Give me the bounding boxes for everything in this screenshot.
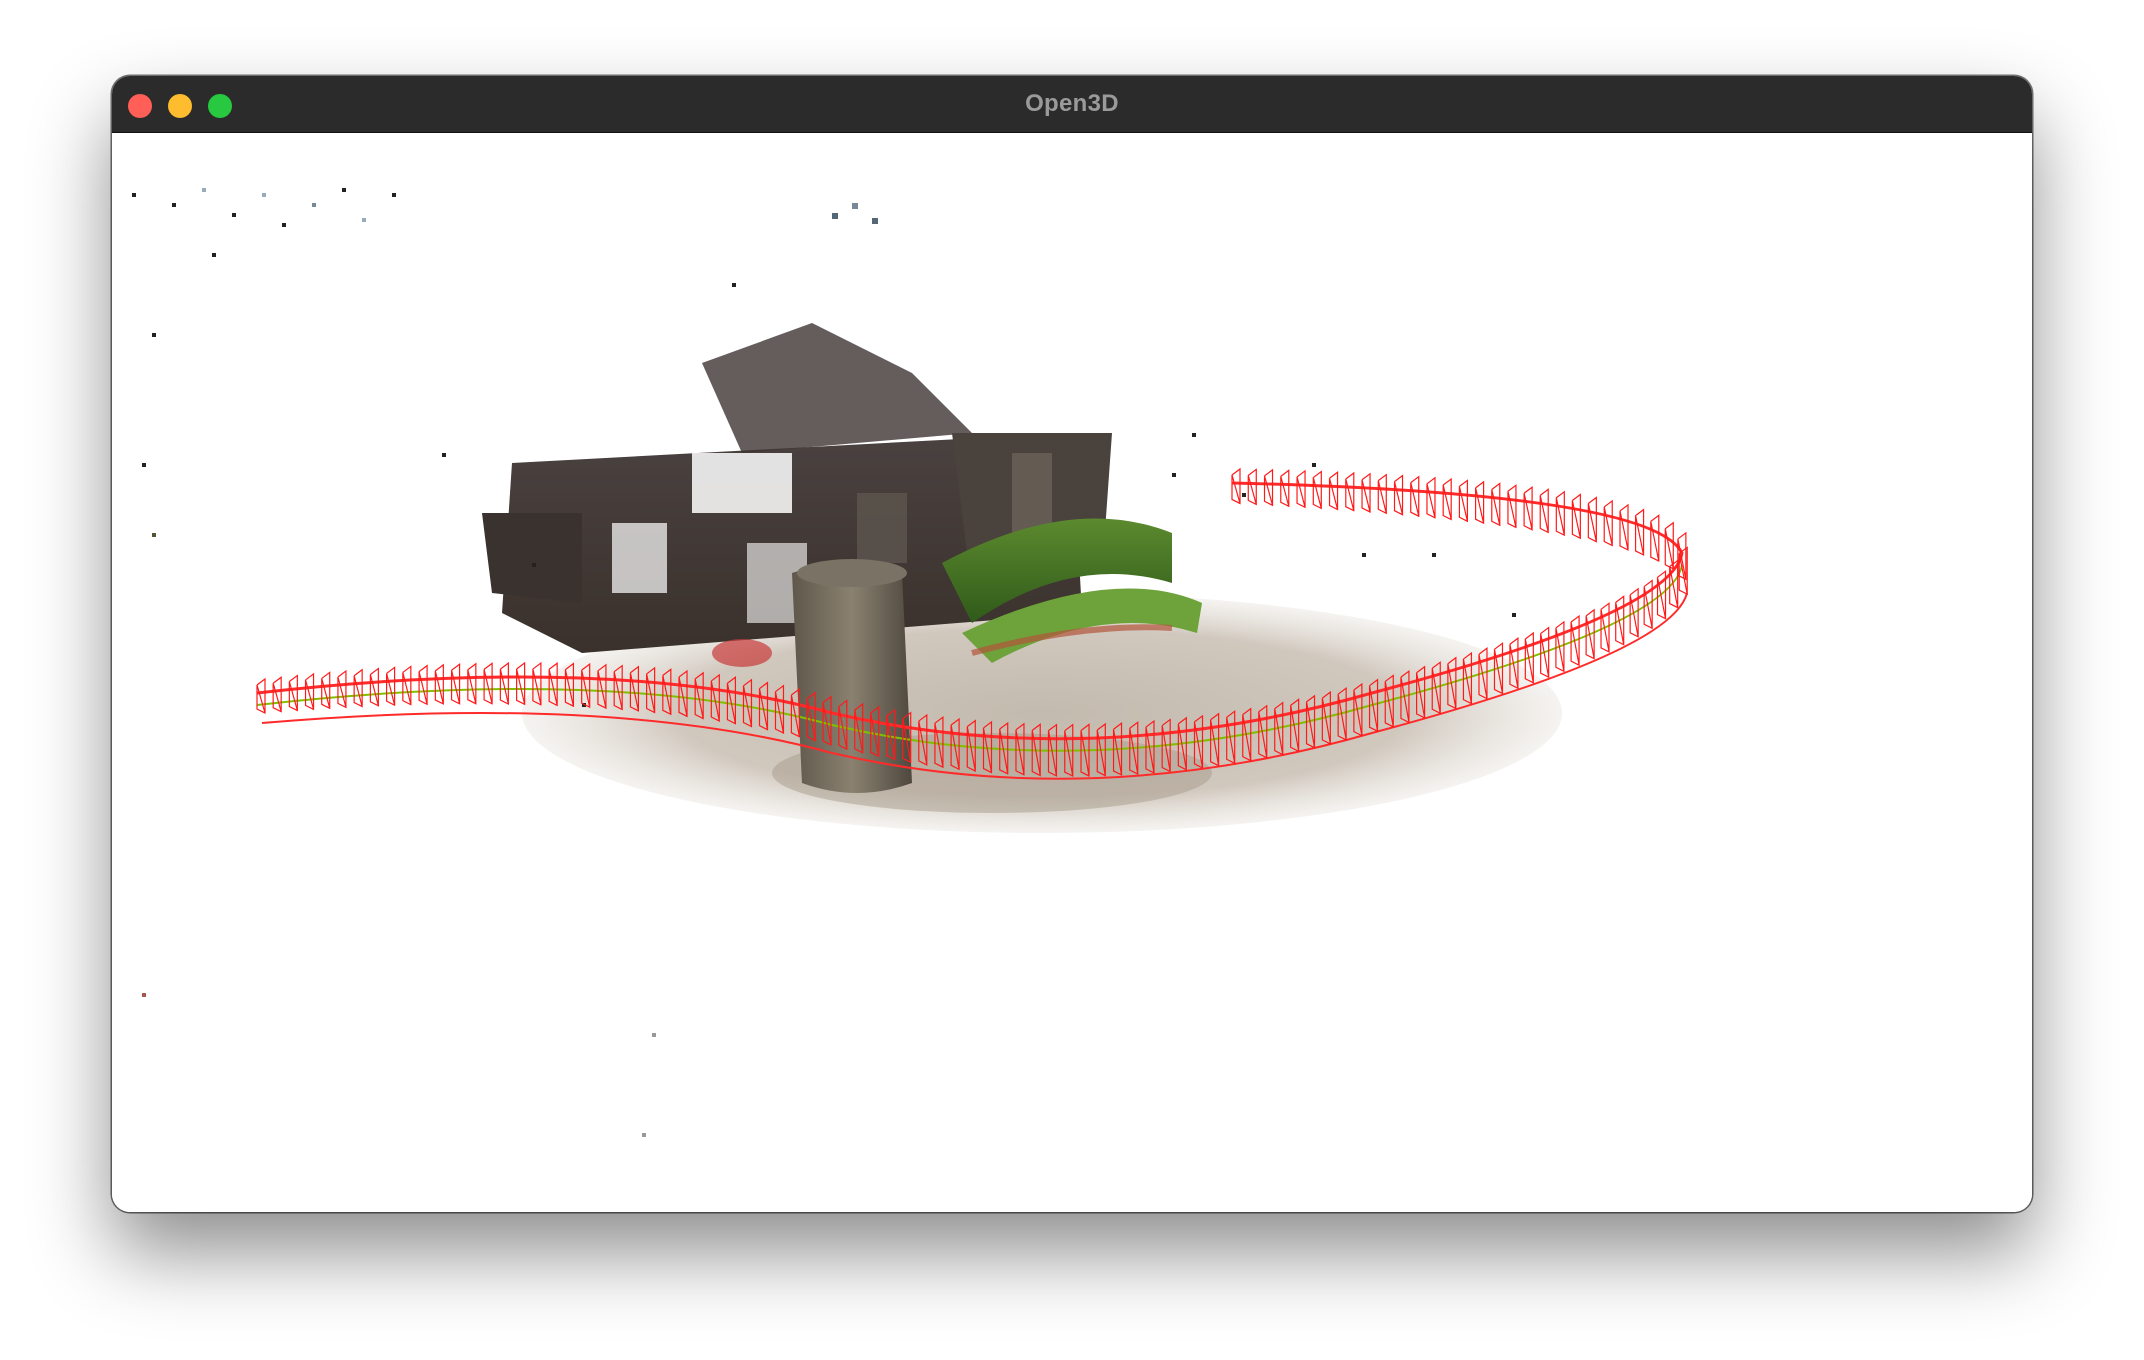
camera-frustum <box>1296 469 1306 509</box>
camera-frustum <box>1587 496 1597 543</box>
scene-canvas[interactable] <box>112 133 2032 1212</box>
camera-frustum <box>1650 514 1660 563</box>
camera-frustum <box>467 662 477 705</box>
camera-frustum <box>1312 470 1322 510</box>
camera-frustum <box>1361 472 1371 513</box>
camera-frustum <box>1643 579 1653 630</box>
camera-frustum <box>1600 602 1610 653</box>
camera-frustum <box>337 669 347 709</box>
camera-frustum <box>1231 467 1241 505</box>
camera-frustum <box>1629 587 1639 638</box>
flowers-point-cloud <box>712 639 772 667</box>
camera-frustum <box>353 668 363 708</box>
camera-frustum <box>272 676 282 713</box>
camera-frustum <box>1377 473 1387 515</box>
camera-frustum <box>321 671 331 710</box>
camera-frustum <box>499 661 509 705</box>
camera-frustum <box>450 663 461 705</box>
camera-frustum <box>418 664 428 706</box>
window-title: Open3D <box>1025 90 1119 117</box>
camera-frustum <box>483 662 493 705</box>
camera-frustum <box>256 677 266 714</box>
camera-frustum <box>1523 486 1533 531</box>
camera-frustum <box>1458 479 1469 523</box>
camera-frustum <box>402 665 412 706</box>
camera-frustum <box>434 663 444 705</box>
camera-frustum <box>1539 488 1549 534</box>
camera-frustum <box>1555 490 1565 537</box>
camera-frustum <box>1507 484 1517 529</box>
camera-frustum <box>1263 468 1274 507</box>
camera-frustum <box>1426 476 1436 519</box>
camera-frustum <box>1634 508 1645 556</box>
camera-frustum <box>1393 474 1404 516</box>
camera-frustum <box>386 666 396 707</box>
camera-frustum <box>1345 471 1355 512</box>
camera-frustum <box>1328 471 1339 511</box>
camera-frustum <box>1491 482 1501 527</box>
camera-frustum <box>1571 493 1581 540</box>
camera-frustum <box>1247 468 1257 506</box>
camera-frustum <box>1585 608 1595 660</box>
camera-frustum <box>1280 469 1290 508</box>
camera-frustum <box>288 674 298 712</box>
3d-viewport[interactable] <box>112 133 2032 1212</box>
camera-frustum <box>1442 477 1452 521</box>
camera-frustum <box>1664 521 1674 570</box>
camera-frustum <box>1603 499 1613 547</box>
camera-frustum <box>1619 503 1629 551</box>
camera-frustum <box>1410 475 1420 518</box>
window-titlebar[interactable]: Open3D <box>112 76 2032 133</box>
camera-frustum <box>516 661 526 706</box>
camera-frustum <box>1615 595 1625 646</box>
open3d-window[interactable]: Open3D <box>112 76 2032 1212</box>
camera-frustum <box>369 667 379 707</box>
camera-frustum <box>304 672 315 711</box>
camera-frustum <box>1475 480 1485 525</box>
desktop-background: Open3D <box>0 0 2144 1360</box>
